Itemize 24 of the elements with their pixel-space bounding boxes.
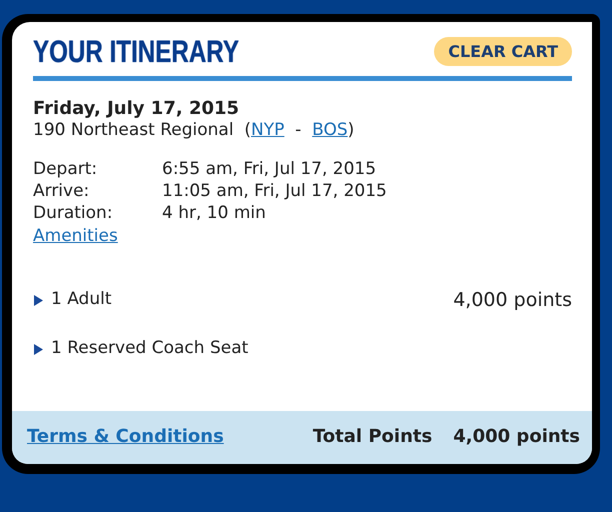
detail-label: Arrive: [33, 180, 90, 202]
line-item-label: 1 Reserved Coach Seat [51, 337, 248, 360]
detail-value: 4 hr, 10 min [162, 203, 266, 224]
total-value: 4,000 points [453, 425, 580, 449]
page-title: YOUR ITINERARY [33, 36, 239, 67]
paren: ( [244, 120, 251, 140]
amenities-link[interactable]: Amenities [33, 226, 118, 246]
detail-value: 6:55 am, Fri, Jul 17, 2015 [162, 158, 376, 179]
expand-arrow-icon[interactable] [33, 342, 44, 356]
clear-cart-button[interactable]: CLEAR CART [434, 36, 572, 66]
line-item-amount: 4,000 points [453, 288, 572, 313]
destination-link[interactable]: BOS [312, 120, 348, 140]
detail-label: Depart: [33, 158, 98, 180]
line-item-label: 1 Adult [51, 288, 112, 312]
terms-link[interactable]: Terms & Conditions [27, 423, 224, 450]
detail-value: 11:05 am, Fri, Jul 17, 2015 [162, 180, 387, 201]
detail-label: Duration: [33, 202, 114, 224]
total-label: Total Points [312, 425, 432, 449]
expand-arrow-icon[interactable] [33, 293, 44, 306]
train-name: 190 Northeast Regional [33, 120, 234, 140]
trip-date: Friday, July 17, 2015 [33, 99, 240, 119]
route-dash: - [295, 120, 302, 140]
origin-link[interactable]: NYP [251, 120, 284, 140]
paren: ) [348, 120, 354, 140]
